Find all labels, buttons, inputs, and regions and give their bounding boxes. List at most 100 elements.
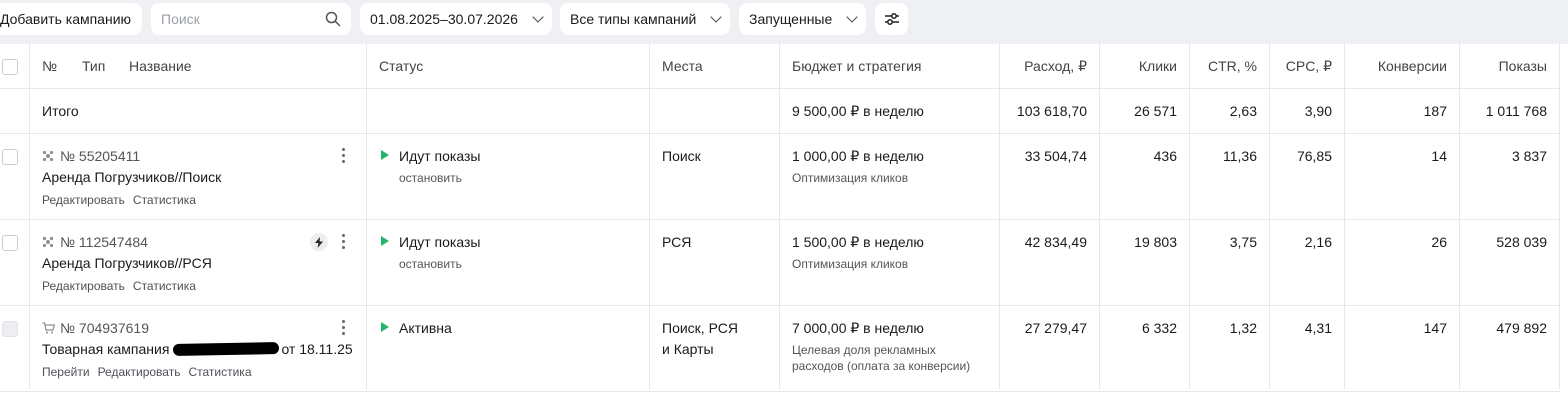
- total-conversions: 187: [1423, 103, 1447, 119]
- places-value: Поиск, РСЯ: [662, 320, 738, 336]
- more-options-icon[interactable]: [342, 234, 346, 252]
- statistics-link[interactable]: Статистика: [188, 365, 251, 379]
- campaign-links: Редактировать Статистика: [42, 277, 204, 293]
- edit-link[interactable]: Редактировать: [42, 193, 125, 207]
- date-range-value: 01.08.2025–30.07.2026: [370, 11, 518, 27]
- cpc-value: 76,85: [1296, 148, 1332, 164]
- campaign-name[interactable]: Аренда Погрузчиков//РСЯ: [42, 255, 212, 271]
- campaign-state-value: Запущенные: [749, 11, 833, 27]
- clicks-value: 19 803: [1134, 234, 1177, 250]
- row-divider: [0, 391, 1560, 392]
- impressions-value: 3 837: [1511, 148, 1547, 164]
- status-label: Идут показы: [381, 148, 480, 164]
- column-divider: [999, 44, 1000, 389]
- total-impressions: 1 011 768: [1485, 103, 1547, 119]
- redaction-mark: [173, 342, 280, 356]
- header-places[interactable]: Места: [662, 58, 703, 74]
- budget-value: 1 000,00 ₽ в неделю: [792, 148, 924, 164]
- status-label: Идут показы: [381, 234, 480, 250]
- stop-link[interactable]: остановить: [399, 171, 462, 185]
- total-label: Итого: [42, 103, 79, 119]
- search-placeholder: Поиск: [161, 11, 200, 27]
- places-value: РСЯ: [662, 234, 692, 250]
- row-divider: [0, 305, 1560, 306]
- header-type[interactable]: Тип: [82, 58, 105, 74]
- column-divider: [779, 44, 780, 389]
- column-divider: [1099, 44, 1100, 389]
- conversions-value: 14: [1431, 148, 1447, 164]
- status-text: Идут показы: [399, 234, 481, 250]
- campaign-links: Перейти Редактировать Статистика: [42, 363, 260, 379]
- statistics-link[interactable]: Статистика: [133, 279, 196, 293]
- places-value-line2: и Карты: [662, 341, 714, 357]
- statistics-link[interactable]: Статистика: [133, 193, 196, 207]
- lightning-icon[interactable]: [310, 233, 328, 251]
- search-input[interactable]: Поиск: [151, 3, 351, 35]
- campaign-type-select[interactable]: Все типы кампаний: [560, 3, 730, 35]
- impressions-value: 479 892: [1496, 320, 1547, 336]
- total-clicks: 26 571: [1134, 103, 1177, 119]
- row-checkbox[interactable]: [2, 321, 18, 337]
- header-cpc[interactable]: CPC, ₽: [1286, 58, 1332, 75]
- play-icon: [381, 236, 389, 246]
- campaign-name-suffix: от 18.11.25: [281, 341, 353, 357]
- header-status[interactable]: Статус: [379, 58, 423, 74]
- add-campaign-button[interactable]: Добавить кампанию: [0, 3, 142, 35]
- status-text: Идут показы: [399, 148, 481, 164]
- header-number[interactable]: №: [42, 58, 57, 74]
- conversions-value: 26: [1431, 234, 1447, 250]
- header-conversions[interactable]: Конверсии: [1378, 58, 1447, 74]
- more-options-icon[interactable]: [342, 320, 346, 338]
- header-ctr[interactable]: CTR, %: [1208, 58, 1257, 74]
- budget-value: 1 500,00 ₽ в неделю: [792, 234, 924, 250]
- header-clicks[interactable]: Клики: [1139, 58, 1177, 74]
- column-divider: [1189, 44, 1190, 389]
- campaign-type-value: Все типы кампаний: [570, 11, 697, 27]
- column-divider: [649, 44, 650, 389]
- impressions-value: 528 039: [1496, 234, 1547, 250]
- status-text: Активна: [399, 320, 452, 336]
- campaign-name[interactable]: Товарная кампания от 18.11.25: [42, 341, 353, 357]
- campaign-name-prefix: Товарная кампания: [42, 341, 170, 357]
- campaign-state-select[interactable]: Запущенные: [739, 3, 866, 35]
- column-divider: [1269, 44, 1270, 389]
- header-impressions[interactable]: Показы: [1499, 58, 1547, 74]
- row-divider: [0, 88, 1560, 89]
- ctr-value: 1,32: [1229, 320, 1257, 336]
- spend-value: 33 504,74: [1024, 148, 1087, 164]
- strategy-value: Оптимизация кликов: [792, 257, 909, 271]
- total-cpc: 3,90: [1304, 103, 1332, 119]
- more-options-icon[interactable]: [342, 148, 346, 166]
- clicks-value: 6 332: [1141, 320, 1177, 336]
- select-all-checkbox[interactable]: [2, 59, 18, 75]
- conversions-value: 147: [1423, 320, 1447, 336]
- header-name[interactable]: Название: [129, 58, 192, 74]
- stop-link[interactable]: остановить: [399, 257, 462, 271]
- sliders-icon: [884, 11, 900, 27]
- edit-link[interactable]: Редактировать: [98, 365, 181, 379]
- shopping-cart-icon: [42, 321, 56, 337]
- play-icon: [381, 150, 389, 160]
- filter-settings-button[interactable]: [875, 3, 908, 35]
- search-icon: [325, 11, 341, 27]
- go-to-link[interactable]: Перейти: [42, 365, 90, 379]
- edit-link[interactable]: Редактировать: [42, 279, 125, 293]
- header-spend[interactable]: Расход, ₽: [1024, 58, 1087, 75]
- column-divider: [1344, 44, 1345, 389]
- campaign-number: № 55205411: [60, 148, 141, 164]
- column-divider: [1559, 44, 1560, 389]
- header-budget[interactable]: Бюджет и стратегия: [792, 58, 921, 74]
- cpc-value: 2,16: [1304, 234, 1332, 250]
- chevron-down-icon: [710, 10, 722, 23]
- campaign-name[interactable]: Аренда Погрузчиков//Поиск: [42, 169, 221, 185]
- network-campaign-icon: [42, 235, 54, 251]
- toolbar: Добавить кампанию Поиск 01.08.2025–30.07…: [0, 0, 1568, 44]
- date-range-select[interactable]: 01.08.2025–30.07.2026: [360, 3, 552, 35]
- total-budget: 9 500,00 ₽ в неделю: [792, 103, 924, 119]
- row-checkbox[interactable]: [2, 235, 18, 251]
- total-ctr: 2,63: [1229, 103, 1257, 119]
- strategy-value-line2: расходов (оплата за конверсии): [792, 359, 971, 373]
- column-divider: [366, 44, 367, 389]
- row-checkbox[interactable]: [2, 149, 18, 165]
- budget-value: 7 000,00 ₽ в неделю: [792, 320, 924, 336]
